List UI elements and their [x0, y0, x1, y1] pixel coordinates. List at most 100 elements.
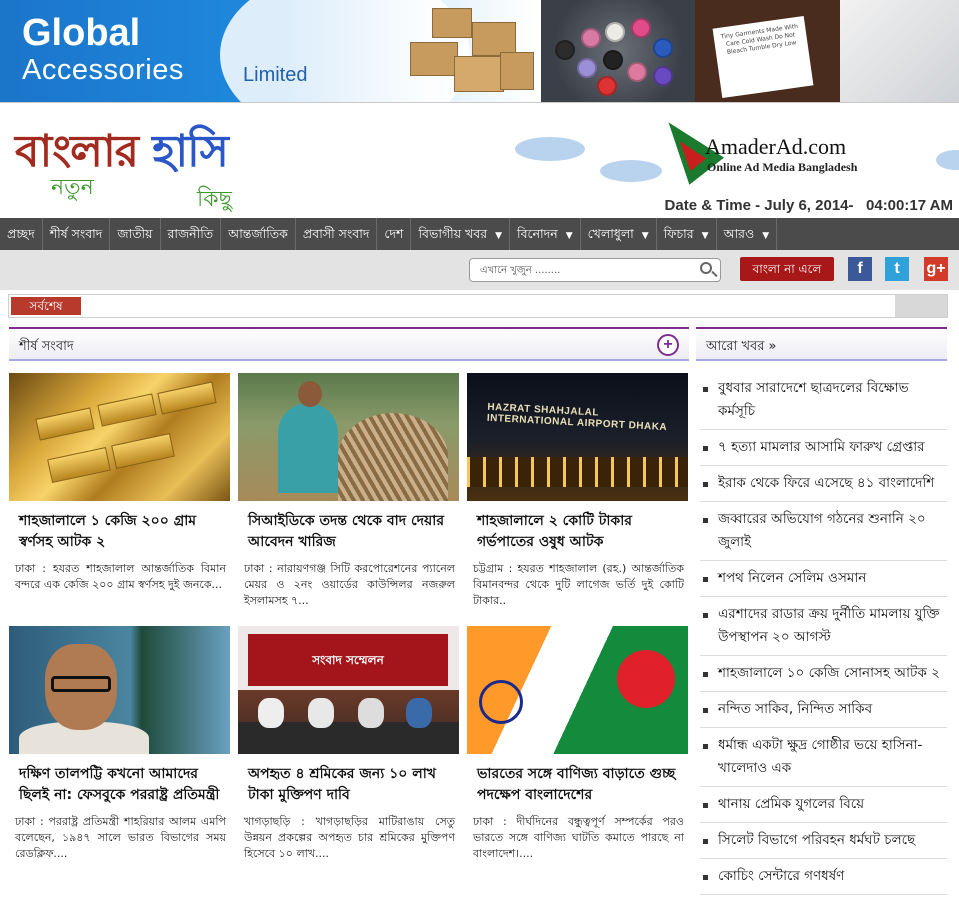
bangladesh-red-disc: [617, 650, 675, 708]
news-card[interactable]: শাহজালালে ১ কেজি ২০০ গ্রাম স্বর্ণসহ আটক …: [9, 373, 230, 593]
nav-item-label: শীর্ষ সংবাদ: [49, 226, 103, 241]
news-card[interactable]: ভারতের সঙ্গে বাণিজ্য বাড়াতে গুচ্ছ পদক্ষ…: [467, 626, 688, 862]
section-header-top-news: শীর্ষ সংবাদ +: [9, 327, 689, 361]
more-news-item[interactable]: ইরাক থেকে ফিরে এসেছে ৪১ বাংলাদেশি: [700, 466, 947, 502]
ashoka-wheel: [479, 680, 523, 724]
latest-news-ticker[interactable]: সর্বশেষ: [8, 294, 948, 318]
nav-item[interactable]: আন্তর্জাতিক: [221, 218, 296, 250]
more-news-item[interactable]: ৭ হত্যা মামলার আসামি ফারুখ গ্রেপ্তার: [700, 430, 947, 466]
news-title[interactable]: দক্ষিণ তালপট্টি কখনো আমাদের ছিলই না: ফেস…: [19, 764, 230, 806]
protest-crowd-image[interactable]: [238, 373, 459, 501]
more-news-item[interactable]: নন্দিত সাকিব, নিন্দিত সাকিব: [700, 692, 947, 728]
decor-cloud: [600, 160, 662, 182]
search-placeholder: এখানে খুজুন ........: [480, 265, 561, 276]
news-card[interactable]: দক্ষিণ তালপট্টি কখনো আমাদের ছিলই না: ফেস…: [9, 626, 230, 862]
minister-portrait-image[interactable]: [9, 626, 230, 754]
logo-main-text: বাংলার হাসি: [15, 126, 229, 177]
search-input[interactable]: এখানে খুজুন ........: [469, 258, 721, 282]
chevron-down-icon[interactable]: ▼: [495, 231, 502, 241]
more-news-item[interactable]: বুধবার সারাদেশে ছাত্রদলের বিক্ষোভ কর্মসূ…: [700, 371, 947, 430]
banner-title: Global: [22, 12, 141, 54]
nav-item[interactable]: বিনোদন ▼: [510, 218, 581, 250]
google-plus-icon[interactable]: g+: [924, 257, 948, 281]
nav-item[interactable]: শীর্ষ সংবাদ: [43, 218, 111, 250]
cardboard-boxes-image: [410, 8, 535, 96]
nav-item[interactable]: জাতীয়: [110, 218, 161, 250]
nav-item-label: প্রচ্ছদ: [7, 226, 35, 241]
nav-item-label: জাতীয়: [117, 226, 153, 241]
press-banner-text: সংবাদ সম্মেলন: [248, 634, 448, 686]
news-card[interactable]: সংবাদ সম্মেলন অপহৃত ৪ শ্রমিকের জন্য ১০ ল…: [238, 626, 459, 862]
news-card[interactable]: HAZRAT SHAHJALAL INTERNATIONAL AIRPORT D…: [467, 373, 688, 609]
more-news-item[interactable]: জব্বারের অভিযোগ গঠনের শুনানি ২০ জুলাই: [700, 502, 947, 561]
nav-item[interactable]: আরও ▼: [717, 218, 778, 250]
news-excerpt: ঢাকা : দীর্ঘদিনের বন্ধুত্বপূর্ণ সম্পর্কে…: [473, 815, 684, 860]
decor-cloud: [936, 150, 959, 170]
more-news-item[interactable]: কোচিং সেন্টারে গণধর্ষণ: [700, 859, 947, 895]
news-title[interactable]: শাহজালালে ১ কেজি ২০০ গ্রাম স্বর্ণসহ আটক …: [19, 511, 230, 553]
news-card[interactable]: সিআইডিকে তদন্ত থেকে বাদ দেয়ার আবেদন খার…: [238, 373, 459, 609]
more-news-item[interactable]: থানায় প্রেমিক যুগলের বিয়ে: [700, 787, 947, 823]
expand-plus-icon[interactable]: +: [657, 334, 679, 356]
main-nav: প্রচ্ছদ শীর্ষ সংবাদ জাতীয় রাজনীতি আন্তর্জাত…: [0, 218, 959, 250]
nav-item[interactable]: রাজনীতি: [161, 218, 222, 250]
facebook-icon[interactable]: f: [848, 257, 872, 281]
more-news-item[interactable]: সিলেট বিভাগে পরিবহন ধর্মঘট চলছে: [700, 823, 947, 859]
more-news-item[interactable]: ধর্মান্ধ একটা ক্ষুদ্র গোষ্ঠীর ভয়ে হাসিন…: [700, 728, 947, 787]
news-title[interactable]: শাহজালালে ২ কোটি টাকার গর্ভপাতের ওষুধ আট…: [477, 511, 688, 553]
buttons-photo: [541, 0, 695, 102]
more-news-item[interactable]: এরশাদের রাডার ক্রয় দুর্নীতি মামলায় যুক…: [700, 597, 947, 656]
nav-item-label: খেলাধুলা: [587, 226, 634, 241]
nav-item[interactable]: ফিচার ▼: [657, 218, 717, 250]
chevron-down-icon[interactable]: ▼: [566, 231, 573, 241]
search-icon[interactable]: [700, 262, 712, 274]
banner-subtitle: Accessories: [22, 54, 184, 86]
more-news-item[interactable]: শাহজালালে ১০ কেজি সোনাসহ আটক ২: [700, 656, 947, 692]
chevron-down-icon[interactable]: ▼: [642, 231, 649, 241]
chevron-down-icon[interactable]: ▼: [762, 231, 769, 241]
nav-item-label: আরও: [723, 226, 755, 241]
news-excerpt: চট্টগ্রাম : হযরত শাহজালাল (রহ.) আন্তর্জা…: [473, 562, 684, 607]
nav-item-label: দেশ: [384, 226, 404, 241]
press-conference-image[interactable]: সংবাদ সম্মেলন: [238, 626, 459, 754]
news-title[interactable]: সিআইডিকে তদন্ত থেকে বাদ দেয়ার আবেদন খার…: [248, 511, 459, 553]
plastic-bags-photo: [840, 0, 959, 102]
nav-item[interactable]: বিভাগীয় খবর ▼: [411, 218, 511, 250]
nav-item-label: বিভাগীয় খবর: [418, 226, 488, 241]
ticker-end-block: [895, 295, 947, 317]
news-title[interactable]: অপহৃত ৪ শ্রমিকের জন্য ১০ লাখ টাকা মুক্তি…: [248, 764, 459, 806]
news-excerpt: ঢাকা : পররাষ্ট্র প্রতিমন্ত্রী শাহরিয়ার …: [15, 815, 226, 860]
nav-item-label: আন্তর্জাতিক: [228, 226, 288, 241]
airport-lights: [467, 457, 688, 487]
section-title: শীর্ষ সংবাদ: [19, 339, 74, 354]
clothing-label-photo: Tiny Garments Made With Care Cold Wash D…: [695, 0, 840, 102]
logo-sub-text-1: নতুন: [51, 175, 94, 200]
nav-item[interactable]: প্রচ্ছদ: [0, 218, 43, 250]
logo-sub-text-2: কিছু: [197, 187, 233, 212]
india-bangladesh-flags-image[interactable]: [467, 626, 688, 754]
nav-item[interactable]: দেশ: [377, 218, 412, 250]
airport-image[interactable]: HAZRAT SHAHJALAL INTERNATIONAL AIRPORT D…: [467, 373, 688, 501]
site-logo[interactable]: বাংলার হাসি নতুন কিছু: [15, 118, 305, 212]
nav-item[interactable]: প্রবাসী সংবাদ: [296, 218, 378, 250]
more-news-item[interactable]: শপথ নিলেন সেলিম ওসমান: [700, 561, 947, 597]
amaderad-ad[interactable]: AmaderAd.com Online Ad Media Bangladesh: [651, 108, 863, 186]
twitter-icon[interactable]: t: [885, 257, 909, 281]
news-excerpt: ঢাকা : হযরত শাহজালাল আন্তর্জাতিক বিমান ব…: [15, 562, 226, 591]
gold-bars-image[interactable]: [9, 373, 230, 501]
nav-item-label: প্রবাসী সংবাদ: [302, 226, 370, 241]
more-news-list: বুধবার সারাদেশে ছাত্রদলের বিক্ষোভ কর্মসূ…: [700, 371, 947, 895]
ticker-label: সর্বশেষ: [11, 297, 81, 315]
airport-sign-text: HAZRAT SHAHJALAL INTERNATIONAL AIRPORT D…: [486, 401, 668, 434]
news-title[interactable]: ভারতের সঙ্গে বাণিজ্য বাড়াতে গুচ্ছ পদক্ষ…: [477, 764, 688, 806]
bangla-font-button[interactable]: বাংলা না এলে: [740, 257, 834, 281]
news-excerpt: খাগড়াছড়ি : খাগড়াছড়ির মাটিরাঙায় সেতু…: [244, 815, 455, 860]
banner-suffix: Limited: [243, 64, 308, 86]
chevron-down-icon[interactable]: ▼: [702, 231, 709, 241]
section-header-more-news[interactable]: আরো খবর »: [696, 327, 947, 361]
decor-cloud: [515, 137, 585, 161]
nav-item[interactable]: খেলাধুলা ▼: [581, 218, 657, 250]
section-title: আরো খবর »: [706, 339, 777, 354]
nav-item-label: রাজনীতি: [167, 226, 214, 241]
amaderad-name: AmaderAd.com: [705, 134, 847, 159]
